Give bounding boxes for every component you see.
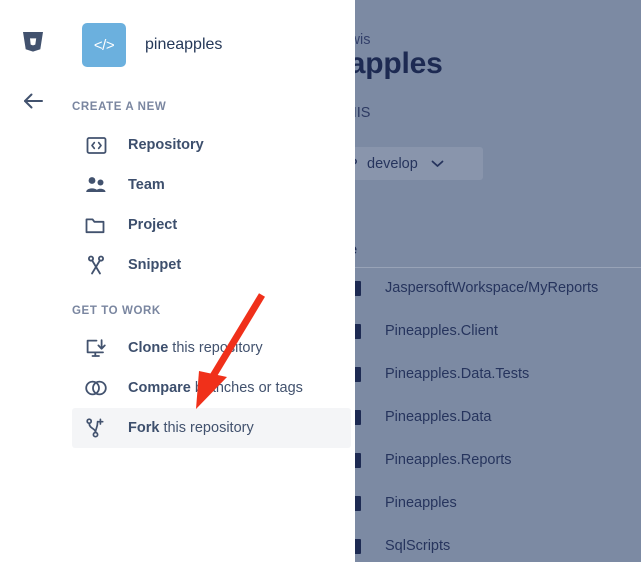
file-name: JaspersoftWorkspace/MyReports bbox=[385, 280, 599, 296]
table-row[interactable]: SqlScripts bbox=[350, 534, 450, 558]
menu-item-team[interactable]: Team bbox=[72, 165, 351, 205]
compare-icon bbox=[84, 376, 108, 400]
menu-item-clone[interactable]: Clone this repository bbox=[72, 328, 351, 368]
app-screenshot: ian Lewis ineapples cific EMIS bbox=[0, 0, 641, 562]
snippet-icon bbox=[84, 253, 108, 277]
repo-header[interactable]: </> pineapples bbox=[82, 23, 222, 67]
create-menu-panel: </> pineapples CREATE A NEW Repository T… bbox=[0, 0, 355, 562]
file-name: Pineapples bbox=[385, 495, 457, 511]
menu-item-snippet[interactable]: Snippet bbox=[72, 245, 351, 285]
table-row[interactable]: Pineapples.Reports bbox=[350, 448, 512, 472]
avatar-glyph: </> bbox=[93, 36, 115, 54]
file-name: SqlScripts bbox=[385, 538, 451, 554]
menu-item-label: Fork this repository bbox=[128, 420, 254, 436]
section-label-create-a-new: CREATE A NEW bbox=[72, 101, 167, 113]
menu-item-label: Repository bbox=[128, 137, 204, 153]
section-label-get-to-work: GET TO WORK bbox=[72, 305, 161, 317]
clone-icon bbox=[84, 336, 108, 360]
menu-item-label: Clone this repository bbox=[128, 340, 263, 356]
team-icon bbox=[84, 173, 108, 197]
file-name: Pineapples.Client bbox=[385, 323, 498, 339]
back-arrow-icon[interactable] bbox=[20, 88, 46, 114]
menu-item-label: Compare branches or tags bbox=[128, 380, 303, 396]
repo-name: pineapples bbox=[145, 36, 223, 53]
file-name: Pineapples.Data.Tests bbox=[385, 366, 530, 382]
table-row[interactable]: Pineapples.Client bbox=[350, 319, 498, 343]
menu-item-label: Project bbox=[128, 217, 178, 233]
bitbucket-logo-icon[interactable] bbox=[20, 28, 46, 54]
repository-icon bbox=[84, 133, 108, 157]
fork-icon bbox=[84, 416, 108, 440]
table-row[interactable]: Pineapples.Data.Tests bbox=[350, 362, 529, 386]
table-row[interactable]: Pineapples bbox=[350, 491, 457, 515]
table-divider bbox=[325, 267, 641, 268]
menu-item-fork[interactable]: Fork this repository bbox=[72, 408, 351, 448]
branch-selector-label: develop bbox=[367, 155, 418, 172]
table-row[interactable]: Pineapples.Data bbox=[350, 405, 491, 429]
menu-item-label: Snippet bbox=[128, 257, 182, 273]
file-name: Pineapples.Data bbox=[385, 409, 492, 425]
menu-item-project[interactable]: Project bbox=[72, 205, 351, 245]
code-avatar-icon: </> bbox=[82, 23, 126, 67]
chevron-down-icon bbox=[431, 160, 444, 168]
menu-item-repository[interactable]: Repository bbox=[72, 125, 351, 165]
menu-item-label: Team bbox=[128, 177, 165, 193]
menu-item-compare[interactable]: Compare branches or tags bbox=[72, 368, 351, 408]
file-name: Pineapples.Reports bbox=[385, 452, 512, 468]
table-row[interactable]: JaspersoftWorkspace/MyReports bbox=[350, 276, 598, 300]
project-icon bbox=[84, 213, 108, 237]
